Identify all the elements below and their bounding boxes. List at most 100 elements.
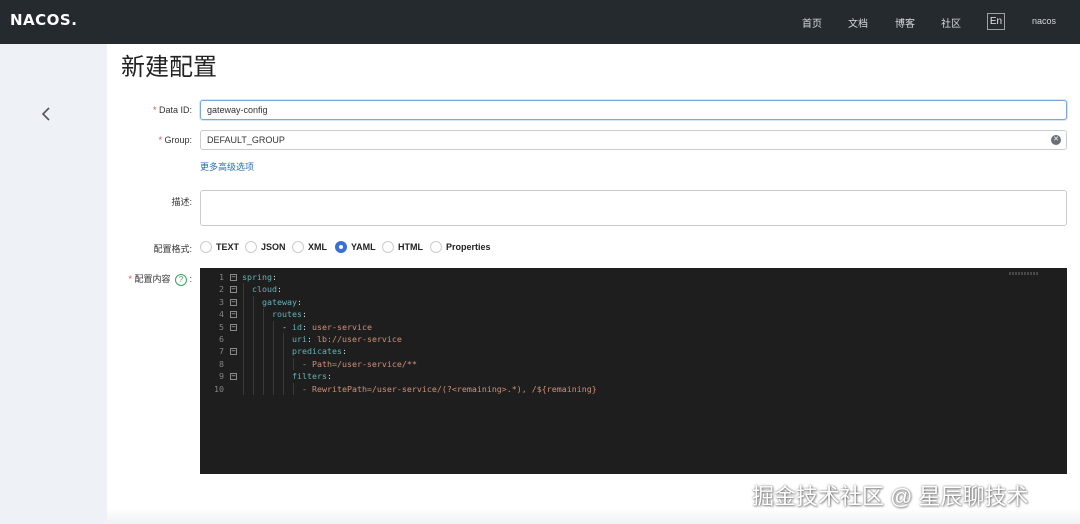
nav-community[interactable]: 社区 bbox=[941, 15, 961, 30]
format-option-html[interactable]: HTML bbox=[382, 240, 423, 254]
code-text: - Path=/user-service/** bbox=[302, 358, 417, 369]
code-line[interactable]: 6 uri: lb://user-service bbox=[200, 333, 1060, 346]
line-number: 2 bbox=[219, 284, 224, 295]
code-text: cloud: bbox=[252, 284, 282, 295]
content-label: * 配置内容 ? : bbox=[128, 273, 192, 286]
indent-guide bbox=[263, 345, 264, 358]
line-number: 8 bbox=[219, 358, 224, 369]
fold-toggle-icon[interactable]: − bbox=[230, 348, 237, 356]
indent-guide bbox=[243, 333, 244, 346]
nav-blog[interactable]: 博客 bbox=[895, 15, 915, 30]
user-name[interactable]: nacos bbox=[1032, 16, 1056, 26]
code-text: predicates: bbox=[292, 346, 347, 357]
fold-toggle-icon[interactable]: − bbox=[230, 323, 237, 331]
indent-guide bbox=[263, 382, 264, 395]
fold-toggle-icon[interactable]: − bbox=[230, 373, 237, 381]
format-option-yaml[interactable]: YAML bbox=[335, 240, 376, 254]
radio-dot bbox=[245, 241, 257, 253]
code-text: - id: user-service bbox=[282, 321, 372, 332]
format-option-xml[interactable]: XML bbox=[292, 240, 327, 254]
indent-guide bbox=[243, 382, 244, 395]
indent-guide bbox=[263, 333, 264, 346]
code-text: gateway: bbox=[262, 296, 302, 307]
indent-guide bbox=[273, 357, 274, 371]
radio-dot bbox=[292, 241, 304, 253]
code-line[interactable]: 4− routes: bbox=[200, 308, 1060, 321]
indent-guide bbox=[253, 308, 254, 321]
fold-toggle-icon[interactable]: − bbox=[230, 298, 237, 306]
indent-guide bbox=[253, 320, 254, 333]
description-textarea[interactable] bbox=[200, 190, 1067, 226]
indent-guide bbox=[273, 382, 274, 395]
indent-guide bbox=[263, 370, 264, 383]
code-line[interactable]: 8 - Path=/user-service/** bbox=[200, 357, 1060, 371]
data-id-input[interactable]: gateway-config bbox=[200, 100, 1067, 120]
top-navbar: NACOS. 首页 文档 博客 社区 En nacos bbox=[0, 0, 1080, 44]
back-arrow-icon[interactable] bbox=[36, 104, 56, 124]
code-line[interactable]: 9− filters: bbox=[200, 370, 1060, 383]
format-option-properties[interactable]: Properties bbox=[430, 240, 491, 254]
language-toggle-button[interactable]: En bbox=[987, 13, 1005, 30]
indent-guide bbox=[253, 333, 254, 346]
indent-guide bbox=[263, 308, 264, 321]
indent-guide bbox=[293, 382, 294, 395]
indent-guide bbox=[273, 345, 274, 358]
group-label: * Group: bbox=[158, 135, 192, 145]
indent-guide bbox=[243, 283, 244, 296]
indent-guide bbox=[283, 333, 284, 346]
nav-home[interactable]: 首页 bbox=[802, 15, 822, 30]
code-text: - RewritePath=/user-service/(?<remaining… bbox=[302, 383, 597, 394]
indent-guide bbox=[243, 357, 244, 371]
indent-guide bbox=[253, 357, 254, 371]
indent-guide bbox=[243, 295, 244, 309]
indent-guide bbox=[263, 320, 264, 333]
watermark-text: 掘金技术社区 @ 星辰聊技术 bbox=[752, 484, 1029, 509]
help-icon[interactable]: ? bbox=[174, 273, 187, 286]
fold-toggle-icon[interactable]: − bbox=[230, 274, 237, 281]
code-editor[interactable]: 1− spring: 2− cloud: 3− gateway: 4− routes: 5− - … bbox=[200, 268, 1067, 474]
indent-guide bbox=[253, 345, 254, 358]
indent-guide bbox=[273, 370, 274, 383]
indent-guide bbox=[243, 320, 244, 333]
code-text: filters: bbox=[292, 371, 332, 382]
line-number: 5 bbox=[219, 321, 224, 332]
fold-toggle-icon[interactable]: − bbox=[230, 311, 237, 319]
indent-guide bbox=[253, 382, 254, 395]
code-line[interactable]: 3− gateway: bbox=[200, 295, 1060, 309]
code-text: uri: lb://user-service bbox=[292, 334, 402, 344]
indent-guide bbox=[283, 357, 284, 371]
indent-guide bbox=[243, 308, 244, 321]
nacos-logo[interactable]: NACOS. bbox=[10, 11, 77, 29]
line-number: 3 bbox=[219, 296, 224, 307]
code-text: routes: bbox=[272, 309, 307, 320]
radio-dot bbox=[430, 241, 442, 253]
indent-guide bbox=[283, 382, 284, 395]
group-input[interactable]: DEFAULT_GROUP ✕ bbox=[200, 130, 1067, 150]
indent-guide bbox=[283, 370, 284, 383]
code-line[interactable]: 1− spring: bbox=[200, 271, 1060, 283]
indent-guide bbox=[243, 370, 244, 383]
code-line[interactable]: 5− - id: user-service bbox=[200, 320, 1060, 333]
format-option-text[interactable]: TEXT bbox=[200, 240, 239, 254]
description-label: 描述: bbox=[171, 197, 192, 207]
indent-guide bbox=[253, 370, 254, 383]
radio-dot bbox=[382, 241, 394, 253]
fold-toggle-icon[interactable]: − bbox=[230, 286, 237, 294]
code-line[interactable]: 2− cloud: bbox=[200, 283, 1060, 296]
indent-guide bbox=[283, 345, 284, 358]
more-advanced-options-link[interactable]: 更多高级选项 bbox=[200, 160, 254, 173]
radio-dot bbox=[200, 241, 212, 253]
clear-icon[interactable]: ✕ bbox=[1051, 135, 1061, 145]
format-label: 配置格式: bbox=[153, 244, 192, 254]
sidebar bbox=[0, 44, 107, 524]
line-number: 9 bbox=[219, 371, 224, 382]
format-option-json[interactable]: JSON bbox=[245, 240, 286, 254]
code-line[interactable]: 7− predicates: bbox=[200, 345, 1060, 358]
indent-guide bbox=[253, 295, 254, 309]
indent-guide bbox=[273, 333, 274, 346]
nav-docs[interactable]: 文档 bbox=[848, 15, 868, 30]
code-line[interactable]: 10 - RewritePath=/user-service/(?<remaini… bbox=[200, 382, 1060, 395]
line-number: 7 bbox=[219, 346, 224, 357]
page-title: 新建配置 bbox=[121, 53, 217, 81]
indent-guide bbox=[293, 357, 294, 371]
